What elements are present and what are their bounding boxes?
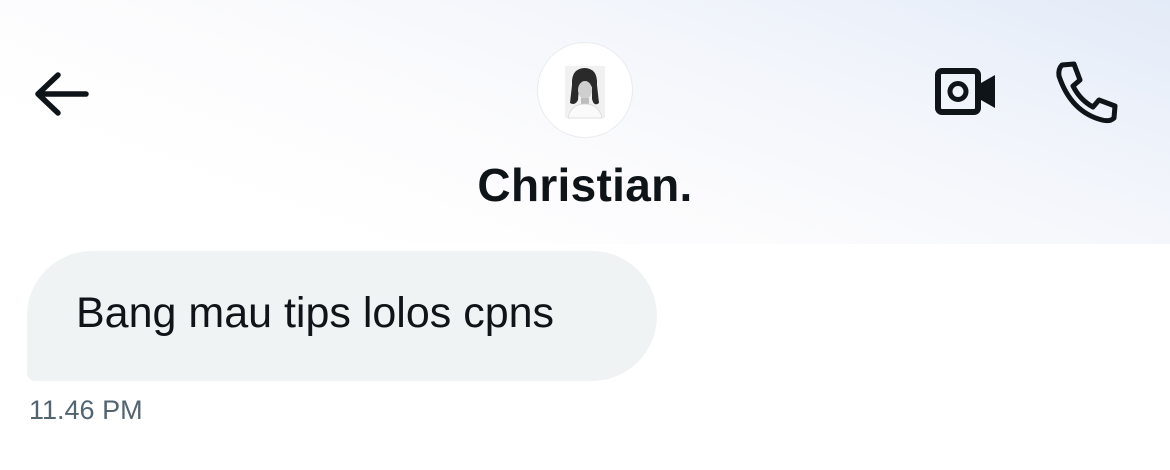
arrow-left-icon: [35, 72, 89, 116]
back-button[interactable]: [28, 66, 92, 122]
conversation-header: Christian.: [0, 0, 1170, 244]
dm-conversation-screen: Christian. Bang mau tips lolos cpns 11.4…: [0, 0, 1170, 470]
phone-icon: [1056, 61, 1118, 124]
contact-name[interactable]: Christian.: [0, 158, 1170, 212]
message-text: Bang mau tips lolos cpns: [76, 289, 555, 337]
avatar[interactable]: [538, 43, 632, 137]
message-timestamp: 11.46 PM: [29, 395, 143, 425]
video-call-button[interactable]: [932, 64, 1002, 120]
message-bubble[interactable]: Bang mau tips lolos cpns: [27, 251, 657, 381]
video-camera-icon: [935, 68, 995, 115]
voice-call-button[interactable]: [1050, 58, 1122, 126]
avatar-photo: [565, 66, 605, 119]
